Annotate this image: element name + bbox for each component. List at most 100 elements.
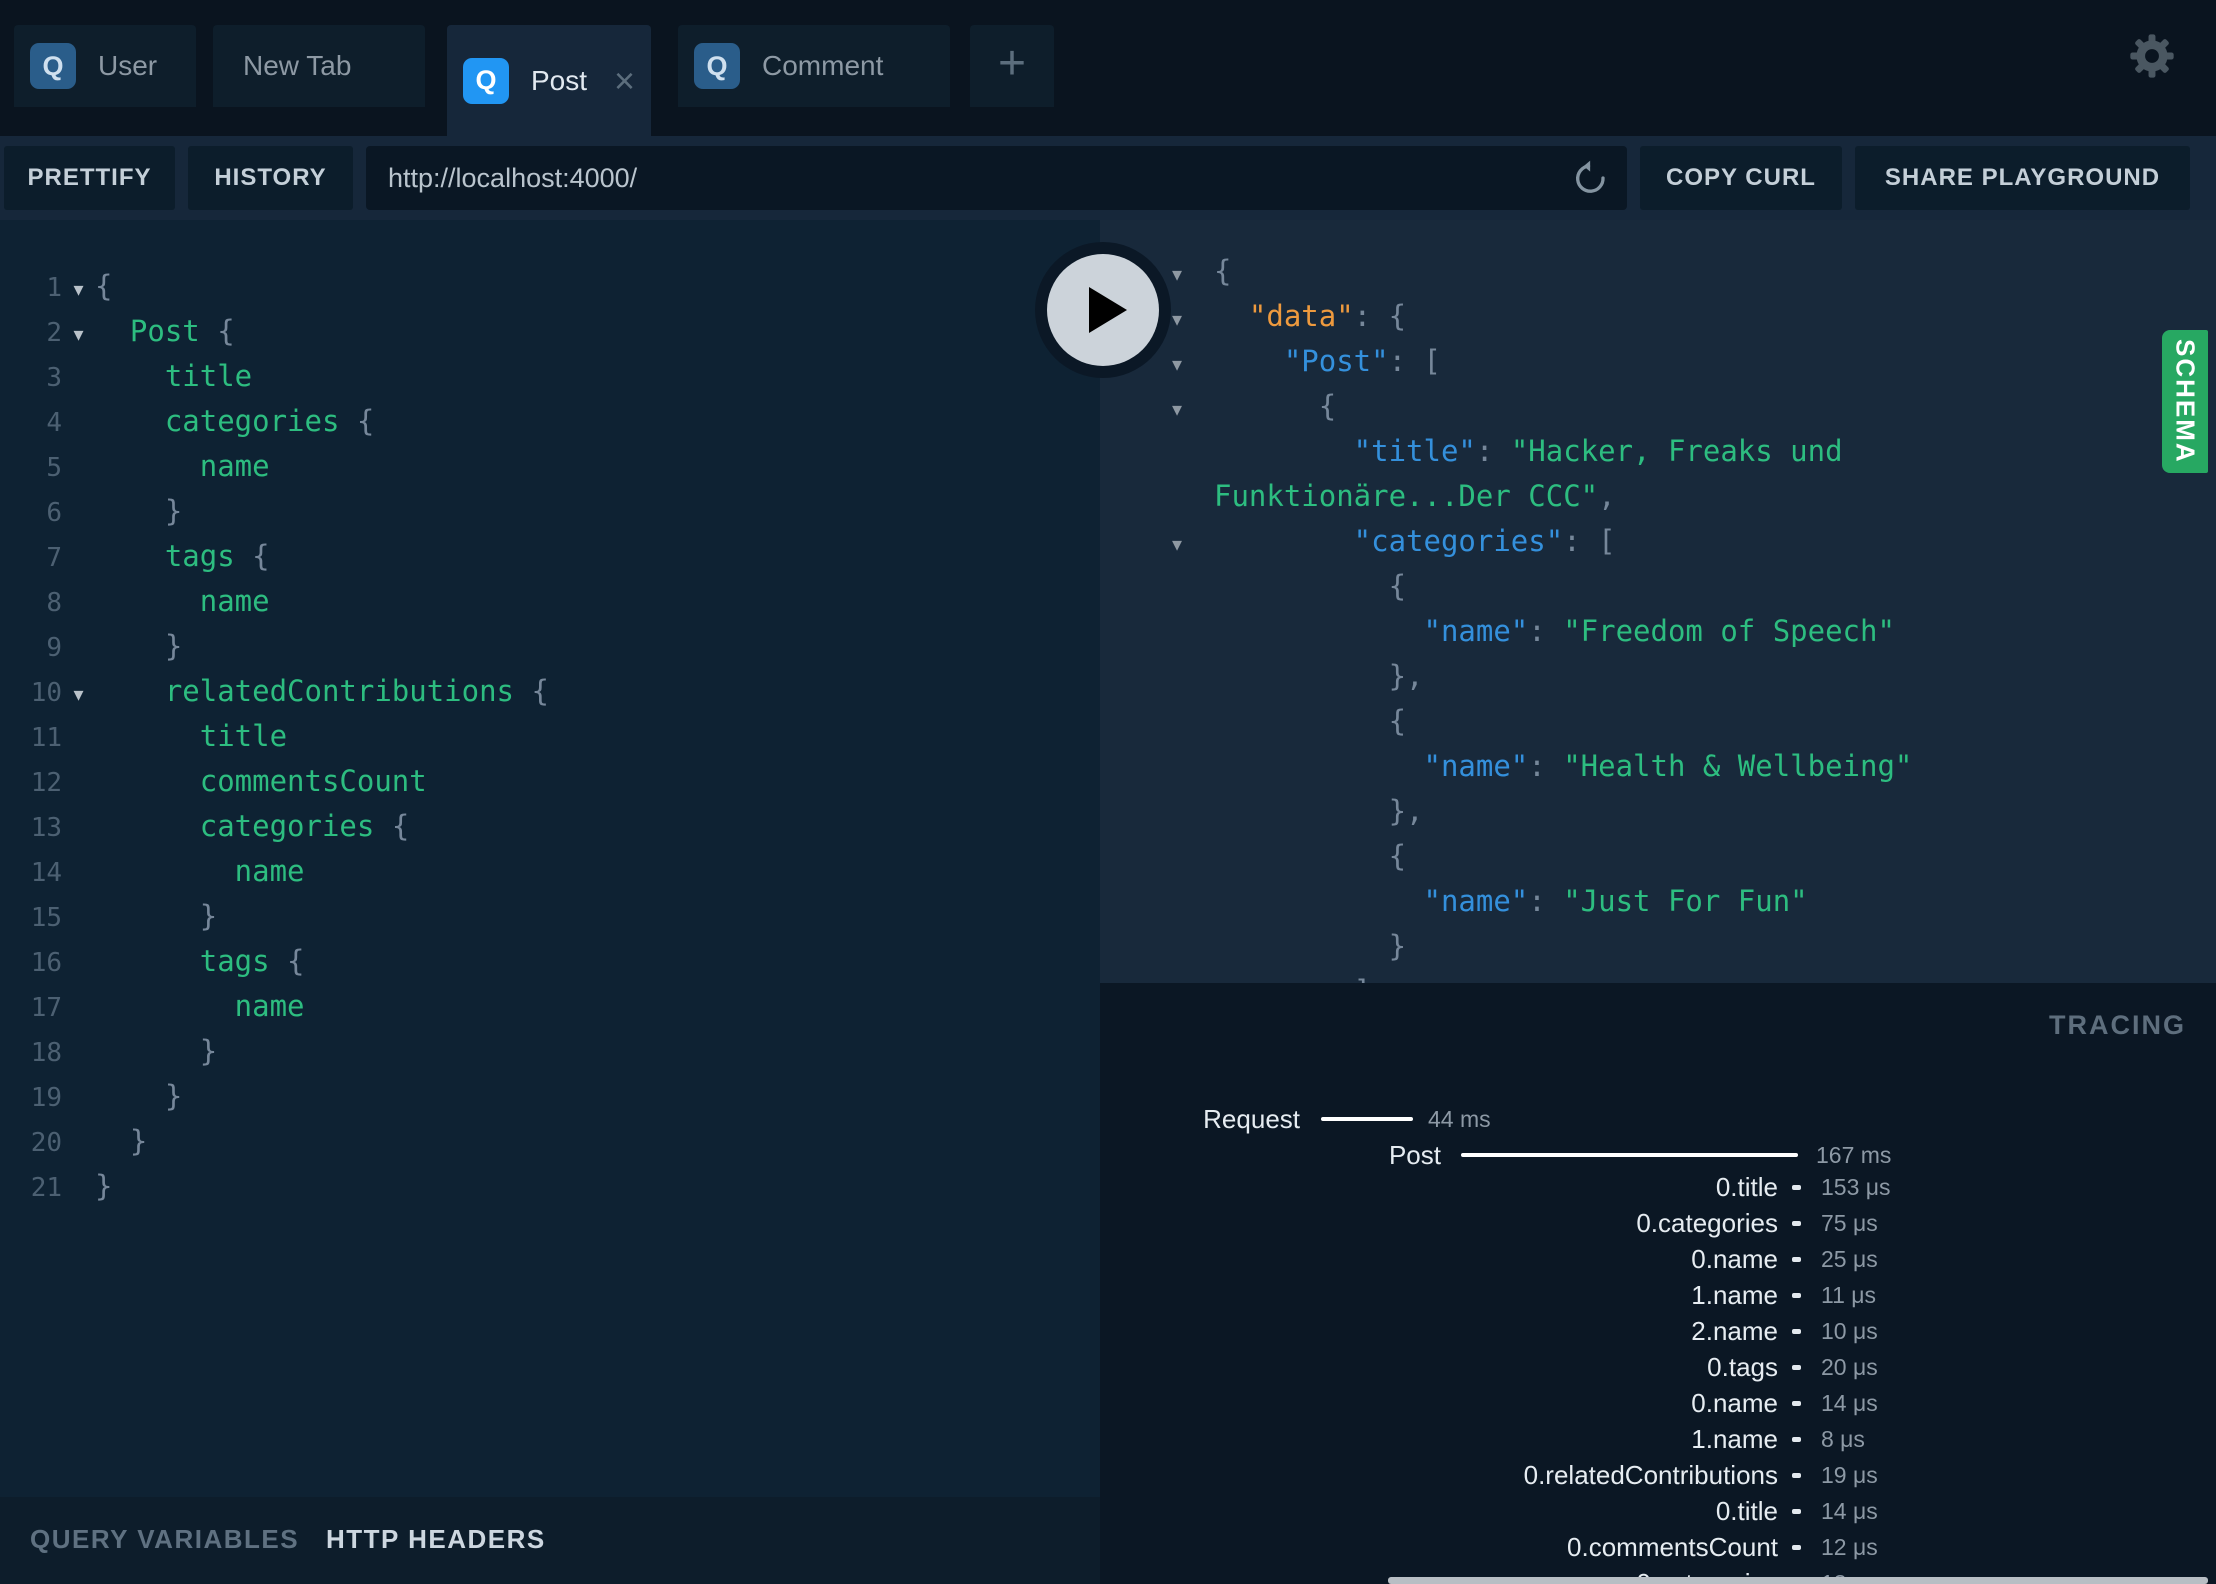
- code-token: "title": [1353, 434, 1476, 468]
- response-line: {: [1100, 564, 2216, 609]
- endpoint-url-input[interactable]: [366, 146, 1627, 210]
- trace-label: 1.name: [1691, 1280, 1778, 1310]
- query-line: 20}: [0, 1119, 1100, 1164]
- code-token: }: [164, 629, 183, 663]
- trace-dash: [1792, 1473, 1801, 1478]
- response-line: "title": "Hacker, Freaks und: [1100, 429, 2216, 474]
- trace-duration-bar: [1321, 1117, 1413, 1121]
- response-pane[interactable]: ▾{▾ "data": {▾ "Post": [▾{"title": "Hacker…: [1100, 220, 2216, 983]
- trace-row: 0.relatedContributions 19 μs: [1100, 1457, 2216, 1493]
- query-code: {: [95, 264, 112, 309]
- response-code: "Post": [: [1214, 339, 1441, 384]
- response-code: "name": "Freedom of Speech": [1214, 609, 1895, 654]
- response-line: },: [1100, 789, 2216, 834]
- code-token: }: [129, 1124, 148, 1158]
- trace-value: 75 μs: [1821, 1210, 1878, 1236]
- line-number: 10: [30, 678, 62, 708]
- query-editor[interactable]: 1 ▾{2 ▾ Post {3 title 4 categories {5 name 6} 7 ta…: [0, 220, 1100, 1497]
- query-code: }: [95, 1164, 112, 1209]
- history-button[interactable]: HISTORY: [188, 146, 353, 210]
- prettify-button[interactable]: PRETTIFY: [4, 146, 175, 210]
- fold-arrow-icon[interactable]: ▾: [62, 312, 95, 357]
- tab-post-active[interactable]: Q Post ×: [447, 25, 651, 136]
- trace-value: 25 μs: [1821, 1246, 1878, 1272]
- trace-duration-bar: [1461, 1153, 1798, 1157]
- response-code: "name": "Health & Wellbeing": [1214, 744, 1913, 789]
- query-code: title: [95, 714, 287, 759]
- code-token: {: [339, 404, 375, 438]
- code-token: title: [199, 719, 288, 753]
- query-line: 1 ▾{: [0, 264, 1100, 309]
- code-token: name: [199, 449, 270, 483]
- trace-label: 0.title: [1715, 1172, 1778, 1202]
- trace-row: 1.name 11 μs: [1100, 1277, 2216, 1313]
- trace-row: Post 167 ms: [1100, 1137, 2216, 1173]
- tracing-title: TRACING: [2049, 1010, 2186, 1040]
- line-number: 13: [30, 813, 62, 843]
- response-line: },: [1100, 654, 2216, 699]
- response-code: }: [1214, 924, 1406, 969]
- reload-schema-icon[interactable]: [1571, 158, 1611, 198]
- fold-arrow-icon[interactable]: ▾: [1172, 297, 1214, 342]
- horizontal-scrollbar-thumb[interactable]: [1388, 1577, 2208, 1584]
- line-number: 20: [30, 1128, 62, 1158]
- response-line: {: [1100, 699, 2216, 744]
- share-playground-button[interactable]: SHARE PLAYGROUND: [1855, 146, 2190, 210]
- fold-arrow-icon[interactable]: ▾: [1172, 522, 1214, 567]
- code-token: tags: [199, 944, 270, 978]
- query-badge-icon: Q: [30, 43, 76, 89]
- trace-value: 12 μs: [1821, 1534, 1878, 1560]
- code-token: {: [374, 809, 410, 843]
- tab-comment[interactable]: Q Comment: [678, 25, 950, 107]
- response-code: "name": "Just For Fun": [1214, 879, 1808, 924]
- trace-label: 1.name: [1691, 1424, 1778, 1454]
- graphql-playground-window: Q User New Tab Q Post × Q Comment + PRET…: [0, 0, 2216, 1584]
- query-line: 19}: [0, 1074, 1100, 1119]
- schema-side-tab[interactable]: SCHEMA: [2162, 330, 2208, 473]
- response-line: "name": "Freedom of Speech": [1100, 609, 2216, 654]
- trace-value: 14 μs: [1821, 1498, 1878, 1524]
- fold-arrow-icon[interactable]: ▾: [1172, 387, 1214, 432]
- code-token: "data": [1248, 299, 1354, 333]
- query-code: }: [95, 1074, 182, 1119]
- response-code: Funktionäre...Der CCC",: [1214, 474, 1616, 519]
- fold-arrow-icon[interactable]: ▾: [62, 672, 95, 717]
- query-code: commentsCount: [95, 759, 427, 804]
- execute-query-button[interactable]: [1035, 242, 1171, 378]
- response-line: ▾ "categories": [: [1100, 519, 2216, 564]
- query-line: 15}: [0, 894, 1100, 939]
- query-code: name: [95, 984, 305, 1029]
- close-icon[interactable]: ×: [614, 62, 635, 99]
- code-token: },: [1388, 794, 1424, 828]
- fold-arrow-icon[interactable]: ▾: [1172, 342, 1214, 387]
- tab-user[interactable]: Q User: [14, 25, 196, 107]
- copy-curl-button[interactable]: COPY CURL: [1640, 146, 1842, 210]
- fold-arrow-icon[interactable]: ▾: [62, 267, 95, 312]
- http-headers-toggle[interactable]: HTTP HEADERS: [326, 1524, 546, 1555]
- code-token: :: [1528, 749, 1564, 783]
- code-token: : [: [1388, 344, 1441, 378]
- tracing-panel[interactable]: TRACING Request 44 ms Post 167 ms 0.title 153…: [1100, 983, 2216, 1584]
- code-token: {: [1388, 839, 1407, 873]
- trace-row: 1.name 8 μs: [1100, 1421, 2216, 1457]
- schema-tab-label: SCHEMA: [2170, 339, 2201, 464]
- query-badge-icon: Q: [463, 57, 509, 104]
- code-token: categories: [164, 404, 340, 438]
- fold-arrow-icon[interactable]: ▾: [1172, 252, 1214, 297]
- response-code: "title": "Hacker, Freaks und: [1214, 429, 1843, 474]
- tab-new-tab[interactable]: New Tab: [213, 25, 425, 107]
- tab-label: New Tab: [243, 50, 352, 81]
- query-badge-icon: Q: [694, 43, 740, 89]
- response-code: "categories": [: [1214, 519, 1616, 564]
- settings-gear-icon[interactable]: [2126, 30, 2178, 82]
- line-number: 12: [30, 768, 62, 798]
- code-token: "Just For Fun": [1563, 884, 1808, 918]
- query-code: }: [95, 1119, 147, 1164]
- query-variables-toggle[interactable]: QUERY VARIABLES: [30, 1524, 299, 1555]
- tab-label: Comment: [762, 50, 884, 81]
- query-line: 2 ▾ Post {: [0, 309, 1100, 354]
- new-tab-button[interactable]: +: [970, 25, 1054, 107]
- query-line: 16 tags {: [0, 939, 1100, 984]
- trace-value: 44 ms: [1428, 1106, 1491, 1132]
- response-code: {: [1214, 564, 1406, 609]
